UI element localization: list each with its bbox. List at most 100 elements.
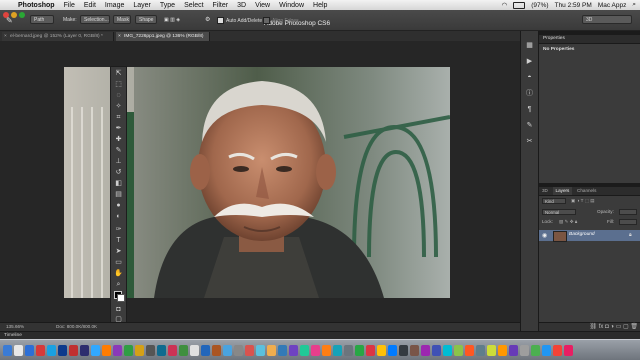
settings-gear-icon[interactable]: ⚙ [205, 16, 210, 23]
hand-tool-icon[interactable]: ✋ [113, 269, 124, 278]
pen-tool-icon[interactable]: ✑ [113, 225, 124, 234]
pen-tool-icon[interactable]: ✎ [6, 16, 13, 25]
user-name[interactable]: Mac Appz [598, 2, 627, 9]
clock[interactable]: Thu 2:59 PM [555, 2, 592, 9]
history-panel-icon[interactable]: ▦ [525, 41, 534, 50]
dock-app-icon[interactable] [476, 344, 485, 356]
dock-app-icon[interactable] [388, 344, 397, 356]
blend-mode-select[interactable]: Normal [542, 209, 576, 215]
actions-panel-icon[interactable]: ▶ [525, 57, 534, 66]
dock-app-icon[interactable] [245, 344, 254, 356]
dock-app-icon[interactable] [366, 344, 375, 356]
dock-app-icon[interactable] [520, 344, 529, 356]
lock-icons[interactable]: ▧ ✎ ✥ 🔒︎ [559, 218, 577, 226]
auto-add-delete-checkbox[interactable]: Auto Add/Delete [217, 17, 262, 24]
close-tab-icon[interactable]: × [4, 32, 7, 41]
dock-app-icon[interactable] [69, 344, 78, 356]
dock-app-icon[interactable] [289, 344, 298, 356]
dock-app-icon[interactable] [256, 344, 265, 356]
tool-presets-icon[interactable]: ✂ [525, 137, 534, 146]
tab-layers[interactable]: Layers [552, 187, 573, 195]
dock-app-icon[interactable] [113, 344, 122, 356]
menu-3d[interactable]: 3D [237, 2, 246, 9]
menu-layer[interactable]: Layer [133, 2, 151, 9]
dock-app-icon[interactable] [190, 344, 199, 356]
filter-icons[interactable]: ▣ ◑ T ⬚ ▤ [571, 197, 595, 205]
add-mask-icon[interactable]: ◘ [605, 324, 609, 330]
trash-icon[interactable]: 🗑︎ [630, 324, 638, 330]
make-shape-button[interactable]: Shape [135, 15, 157, 24]
paragraph-panel-icon[interactable]: ¶ [525, 105, 534, 114]
quick-mask-icon[interactable]: ◘ [113, 305, 124, 314]
info-panel-icon[interactable]: ⓘ [525, 89, 534, 98]
marquee-tool-icon[interactable]: ⬚ [113, 80, 124, 89]
stamp-tool-icon[interactable]: ⊥ [113, 157, 124, 166]
app-menu[interactable]: Photoshop [18, 2, 55, 9]
menu-select[interactable]: Select [184, 2, 203, 9]
dock-app-icon[interactable] [146, 344, 155, 356]
dock-app-icon[interactable] [157, 344, 166, 356]
menu-window[interactable]: Window [279, 2, 304, 9]
adjustments-panel-icon[interactable]: ◓ [525, 73, 534, 82]
dock-app-icon[interactable] [102, 344, 111, 356]
dock-app-icon[interactable] [498, 344, 507, 356]
fill-field[interactable] [619, 219, 637, 225]
tab-channels[interactable]: Channels [574, 187, 599, 195]
zoom-window-dot[interactable] [19, 12, 25, 18]
crop-tool-icon[interactable]: ⌗ [113, 113, 124, 122]
align-edges-checkbox[interactable]: Align Edges [263, 17, 299, 24]
dock-app-icon[interactable] [234, 344, 243, 356]
dock-app-icon[interactable] [223, 344, 232, 356]
menu-filter[interactable]: Filter [213, 2, 229, 9]
new-layer-icon[interactable]: ▢ [623, 324, 629, 330]
dock-app-icon[interactable] [124, 344, 133, 356]
eraser-tool-icon[interactable]: ◧ [113, 179, 124, 188]
healing-brush-tool-icon[interactable]: ✚ [113, 135, 124, 144]
gradient-tool-icon[interactable]: ▤ [113, 190, 124, 199]
tab-document-2[interactable]: × IMG_7226pp1.jpeg @ 136% (RGB/8) [116, 32, 210, 41]
kind-filter-select[interactable]: Kind [542, 198, 566, 204]
dock-app-icon[interactable] [168, 344, 177, 356]
link-layers-icon[interactable]: ⛓ [589, 324, 597, 330]
path-selection-tool-icon[interactable]: ➤ [113, 247, 124, 256]
dock-app-icon[interactable] [432, 344, 441, 356]
document-canvas[interactable] [0, 41, 520, 322]
dock-app-icon[interactable] [542, 344, 551, 356]
move-tool-icon[interactable]: ⇱ [113, 69, 124, 78]
dodge-tool-icon[interactable]: ◐ [113, 212, 124, 221]
dock-app-icon[interactable] [421, 344, 430, 356]
make-selection-button[interactable]: Selection... [80, 15, 110, 24]
dock-app-icon[interactable] [322, 344, 331, 356]
battery-icon[interactable] [513, 1, 526, 9]
quick-select-tool-icon[interactable]: ✧ [113, 102, 124, 111]
dock-app-icon[interactable] [267, 344, 276, 356]
dock-app-icon[interactable] [47, 344, 56, 356]
brush-tool-icon[interactable]: ✎ [113, 146, 124, 155]
shape-tool-icon[interactable]: ▭ [113, 258, 124, 267]
dock-app-icon[interactable] [454, 344, 463, 356]
dock-app-icon[interactable] [300, 344, 309, 356]
dock-app-icon[interactable] [25, 344, 34, 356]
history-brush-tool-icon[interactable]: ↺ [113, 168, 124, 177]
dock-app-icon[interactable] [91, 344, 100, 356]
make-mask-button[interactable]: Mask [113, 15, 131, 24]
dock-app-icon[interactable] [58, 344, 67, 356]
wifi-icon[interactable]: ◠ [502, 1, 508, 9]
tab-document-1[interactable]: × el-bernard.jpeg @ 152% (Layer 0, RGB/8… [2, 32, 114, 41]
opacity-field[interactable] [619, 209, 637, 215]
close-tab-icon[interactable]: × [118, 32, 121, 41]
dock-app-icon[interactable] [465, 344, 474, 356]
dock-app-icon[interactable] [509, 344, 518, 356]
zoom-level[interactable]: 135.66% [6, 324, 24, 329]
blur-tool-icon[interactable]: ● [113, 201, 124, 210]
type-tool-icon[interactable]: T [113, 236, 124, 245]
dock-app-icon[interactable] [344, 344, 353, 356]
dock-app-icon[interactable] [80, 344, 89, 356]
dock-app-icon[interactable] [3, 344, 12, 356]
workspace-select[interactable]: 3D [582, 15, 632, 24]
dock-app-icon[interactable] [311, 344, 320, 356]
dock-app-icon[interactable] [14, 344, 23, 356]
dock-app-icon[interactable] [487, 344, 496, 356]
dock-app-icon[interactable] [355, 344, 364, 356]
adjustment-layer-icon[interactable]: ◑ [610, 324, 614, 330]
